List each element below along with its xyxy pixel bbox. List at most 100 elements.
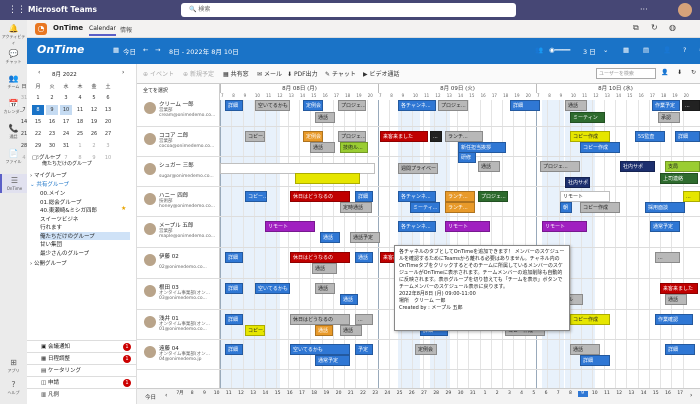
days-select[interactable]: 3 日 — [583, 46, 596, 56]
refresh-icon[interactable]: ↻ — [691, 69, 696, 76]
calendar-event[interactable]: 空いてるかも — [290, 344, 350, 355]
footer-date[interactable]: 27 — [419, 391, 429, 397]
footer-date[interactable]: 8 — [187, 391, 197, 397]
footer-date[interactable]: 15 — [651, 391, 661, 397]
day-cell[interactable]: 4 — [74, 93, 86, 103]
day-cell[interactable]: 10 — [102, 153, 114, 163]
calendar-event[interactable]: 定例会 — [303, 131, 323, 142]
download-icon[interactable]: ⬇ — [677, 69, 682, 76]
calendar-event[interactable]: 詳細 — [225, 252, 243, 263]
person-row[interactable]: ココア 二郎 営業部 cocoa@onimedemo.co... — [137, 127, 220, 157]
calendar-event[interactable]: ミーティン — [570, 112, 605, 123]
chevron-down-icon[interactable]: ⌄ — [603, 46, 608, 54]
person-row[interactable]: 根田 03 オンタイム事業部(オン... 03@onimedemo.co... — [137, 279, 220, 310]
schedule-grid[interactable]: 8月 08日 (月) 7 8 9 10 11 12 13 14 15 16 17 18 19 20 8月 09… — [220, 84, 700, 388]
footer-date[interactable]: 19 — [321, 391, 331, 397]
footer-date[interactable]: 3 — [504, 391, 514, 397]
day-cell[interactable]: 6 — [102, 93, 114, 103]
day-cell[interactable]: 24 — [60, 129, 72, 139]
rail-ontime[interactable]: ☰ OnTime — [0, 174, 27, 193]
footer-date[interactable]: 15 — [273, 391, 283, 397]
next-icon[interactable]: → — [155, 46, 160, 54]
search-input[interactable]: 🔍 検索 — [181, 3, 516, 17]
calendar-event[interactable]: 来客来ました — [380, 131, 428, 142]
calendar-event[interactable]: ... — [655, 252, 680, 263]
calendar-event[interactable]: 採用面談 — [645, 202, 685, 213]
person-row[interactable]: シュガー 三郎 sugar@onimedemo.co... — [137, 157, 220, 187]
globe-icon[interactable]: ◍ — [669, 23, 676, 32]
footer-date[interactable]: 14 — [639, 391, 649, 397]
calendar-event[interactable]: 通話 — [340, 325, 362, 336]
day-cell[interactable]: 1 — [74, 141, 86, 151]
help-icon[interactable]: ? — [683, 46, 686, 54]
person-row[interactable]: 遠藤 04 オンタイム事業部(オン... 04@onimedemo.jp — [137, 340, 220, 370]
calendar-event[interactable]: 来客来ました — [660, 283, 698, 294]
calendar-event[interactable]: 社内サポ — [565, 177, 590, 188]
day-cell[interactable]: 15 — [32, 117, 44, 127]
day-cell[interactable]: 18 — [74, 117, 86, 127]
calendar-event[interactable]: 詳細 — [665, 344, 695, 355]
footer-date[interactable]: 28 — [431, 391, 441, 397]
group-4[interactable]: ▥ 凡例 — [27, 388, 137, 400]
group-3[interactable]: ◫ 申請 1 — [27, 376, 137, 388]
person-row[interactable]: メープル 五郎 営業部 maple@onimedemo.co... — [137, 217, 220, 248]
footer-date[interactable]: 11 — [602, 391, 612, 397]
footer-today[interactable]: 今日 — [145, 393, 156, 401]
calendar-event[interactable]: 詳細 — [225, 314, 243, 325]
calendar-event[interactable]: プロジェ... — [338, 131, 366, 142]
rail-apps[interactable]: ⊞ アプリ — [0, 358, 27, 374]
footer-date[interactable]: 20 — [334, 391, 344, 397]
calendar-event[interactable]: ... — [355, 314, 373, 325]
calendar-event[interactable]: 作業確認 — [655, 314, 693, 325]
day-cell[interactable]: 7 — [18, 105, 30, 115]
footer-date[interactable]: 12 — [614, 391, 624, 397]
calendar-event[interactable]: 詳細 — [225, 283, 243, 294]
calendar-event[interactable]: 定時通話 — [340, 202, 372, 213]
day-cell[interactable]: 19 — [88, 117, 100, 127]
mini-cal-prev-icon[interactable]: ‹ — [38, 69, 40, 76]
mail-button[interactable]: ✉ メール — [257, 69, 282, 78]
calendar-event[interactable]: 通話 — [478, 161, 500, 172]
footer-date[interactable]: 2 — [492, 391, 502, 397]
calendar-event[interactable]: 予定 — [355, 344, 373, 355]
footer-date[interactable]: 7月 — [175, 391, 185, 397]
tree-item[interactable]: 行れます — [40, 223, 62, 231]
calendar-event[interactable]: 研修 — [458, 152, 476, 163]
day-cell[interactable]: 5 — [88, 93, 100, 103]
day-cell[interactable]: 11 — [74, 105, 86, 115]
footer-date[interactable]: 18 — [309, 391, 319, 397]
calendar-event[interactable]: プロジェ... — [540, 161, 580, 172]
calendar-event[interactable]: コピー... — [245, 325, 265, 336]
footer-date[interactable]: 7 — [553, 391, 563, 397]
tree-item[interactable]: 甘い集団 — [40, 240, 62, 248]
more-icon[interactable]: ··· — [640, 5, 648, 14]
calendar-event[interactable]: 詳細 — [580, 355, 610, 366]
calendar-event[interactable]: プロジェ... — [338, 100, 366, 111]
calendar-event[interactable]: ランチ... — [445, 131, 483, 142]
footer-date[interactable]: 11 — [224, 391, 234, 397]
people-view-icon[interactable]: 👤 — [663, 46, 671, 54]
group-1[interactable]: ▦ 日程調整 1 — [27, 352, 137, 364]
user-search-input[interactable]: ユーザーを検索 — [596, 68, 656, 79]
calendar-event[interactable]: 週間プライベート — [398, 163, 438, 174]
calendar-event[interactable]: 通話 — [565, 100, 587, 111]
tree-public[interactable]: › 公開グループ — [30, 259, 67, 267]
person-row[interactable]: 浅井 01 オンタイム事業部(オン... 01@onimedemo.co... — [137, 310, 220, 340]
footer-date[interactable]: 22 — [358, 391, 368, 397]
day-cell[interactable]: 29 — [32, 141, 44, 151]
calendar-event[interactable]: ランチ... — [445, 202, 475, 213]
calendar-event[interactable]: 各チャンネ... — [398, 221, 436, 232]
calendar-event[interactable]: 通常予定 — [315, 355, 350, 366]
tree-item[interactable]: 俺たちだけのグループ — [40, 231, 130, 240]
day-cell[interactable]: 21 — [18, 129, 30, 139]
person-row[interactable]: クリーム 一郎 営業部 cream@onimedemo.co... — [137, 96, 220, 127]
people-icon[interactable]: 👥 — [535, 46, 543, 54]
chat-button[interactable]: ✎ チャット — [325, 69, 356, 78]
day-cell[interactable]: 8 — [32, 105, 44, 115]
footer-date[interactable]: 16 — [285, 391, 295, 397]
day-cell[interactable]: 2 — [88, 141, 100, 151]
footer-date[interactable]: 21 — [346, 391, 356, 397]
footer-date[interactable]: 4 — [517, 391, 527, 397]
rail-chat[interactable]: 💬 チャット — [0, 49, 27, 65]
calendar-event[interactable]: 空いてるかも — [255, 100, 290, 111]
